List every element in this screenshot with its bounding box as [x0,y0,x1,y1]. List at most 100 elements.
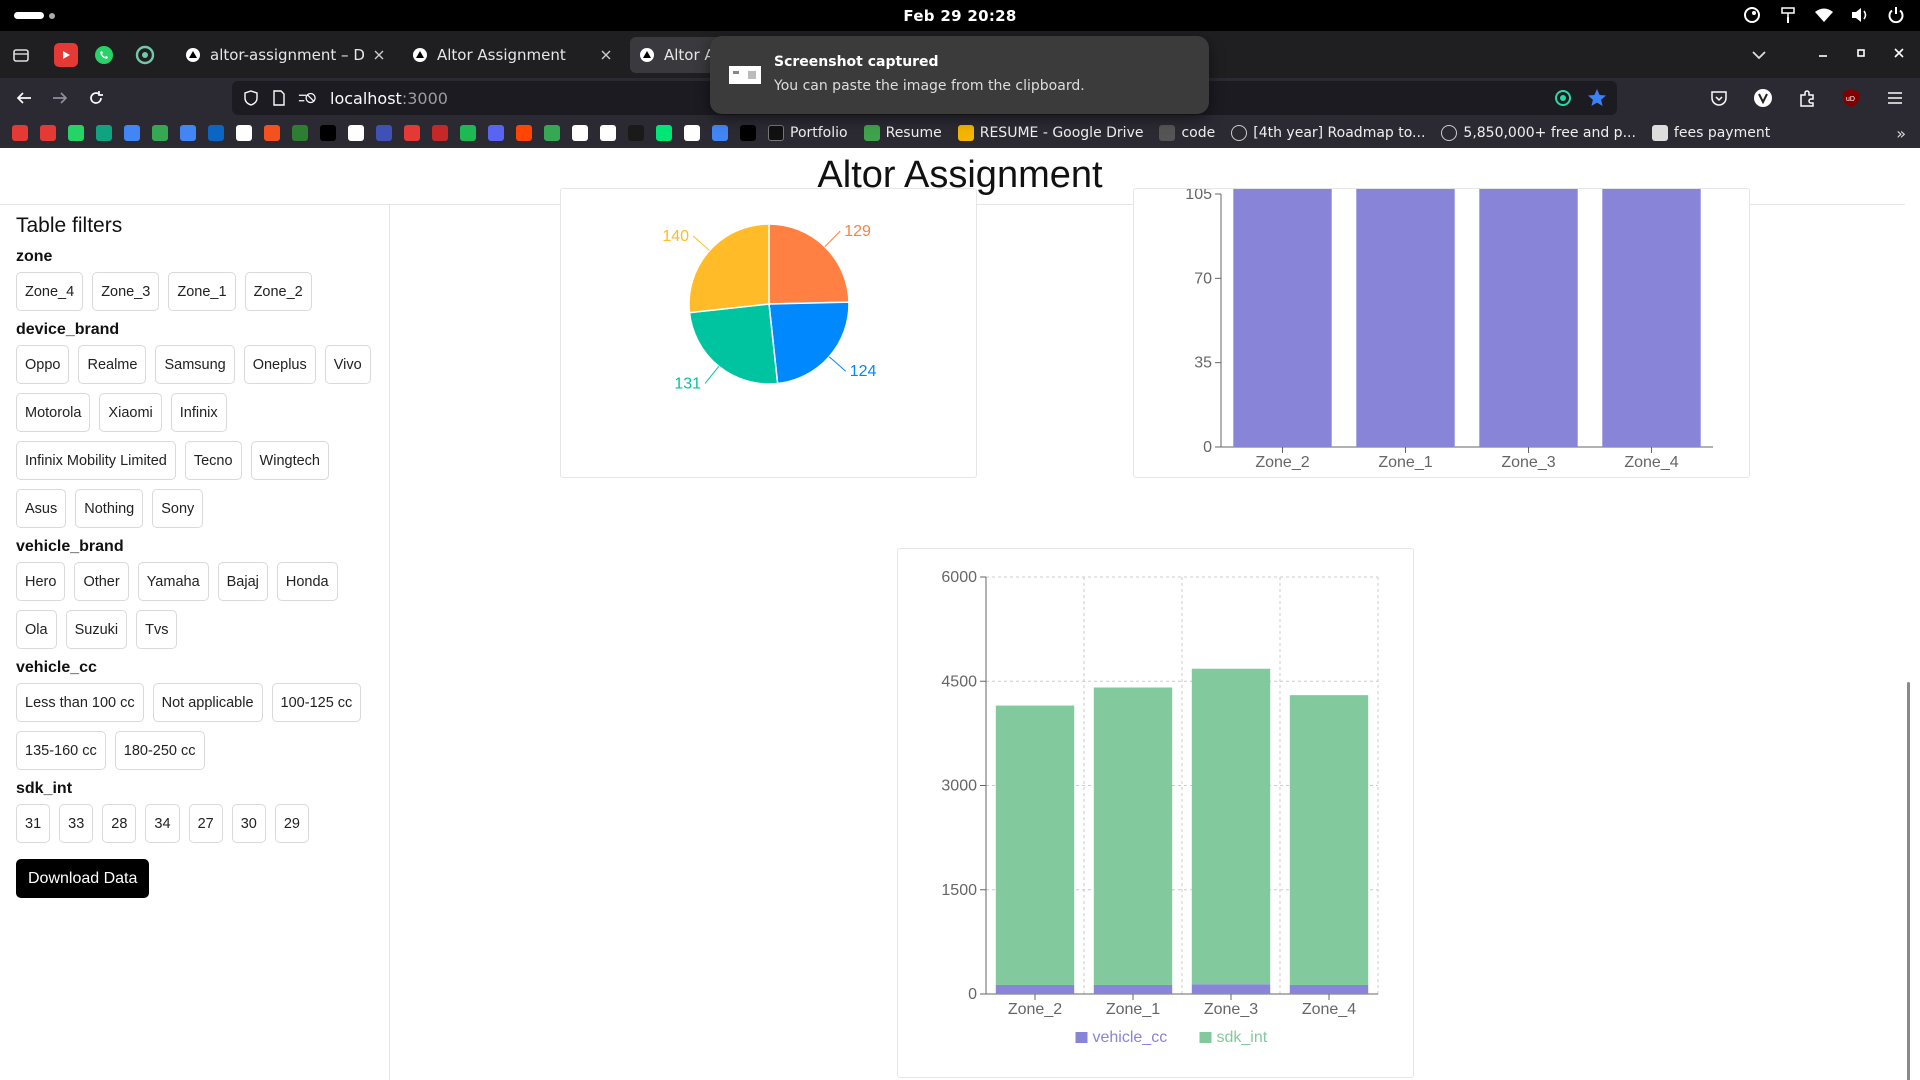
bar-vehicle-cc[interactable] [1093,984,1173,994]
bookmark-favicon-icon[interactable] [516,125,532,141]
bookmark-code[interactable]: code [1159,125,1215,141]
bookmark-favicon-icon[interactable] [656,125,672,141]
wifi-icon[interactable] [1814,5,1834,25]
bookmark-favicon-icon[interactable] [460,125,476,141]
pie-slice[interactable] [688,223,770,314]
filter-chip[interactable]: 31 [16,804,51,843]
filter-chip[interactable]: Infinix [170,393,227,432]
filter-chip[interactable]: Asus [16,489,67,528]
shield-icon[interactable] [242,89,260,107]
bookmark-favicon-icon[interactable] [404,125,420,141]
filter-chip[interactable]: Bajaj [217,562,268,601]
forward-arrow-icon[interactable] [48,86,72,110]
bar-sdk-int[interactable] [1093,687,1173,985]
filter-chip[interactable]: Infinix Mobility Limited [16,441,176,480]
legend-label[interactable]: vehicle_cc [1093,1029,1168,1046]
bar-vehicle-cc[interactable] [1289,984,1369,994]
extensions-puzzle-icon[interactable] [1796,87,1818,109]
bar-sdk-int[interactable] [995,705,1075,985]
app-menu-icon[interactable] [1884,87,1906,109]
bookmark-favicon-icon[interactable] [152,125,168,141]
bookmark-favicon-icon[interactable] [600,125,616,141]
bar-vehicle-cc[interactable] [995,984,1075,994]
bookmark-roadmap[interactable]: [4th year] Roadmap to... [1231,125,1425,141]
minimize-icon[interactable] [1816,46,1830,60]
filter-chip[interactable]: Zone_1 [168,272,236,311]
filter-chip[interactable]: Zone_4 [16,272,84,311]
permissions-icon[interactable] [298,89,316,107]
close-window-icon[interactable] [1892,46,1906,60]
bookmark-favicon-icon[interactable] [348,125,364,141]
filter-chip[interactable]: Sony [152,489,204,528]
bookmark-favicon-icon[interactable] [236,125,252,141]
filter-chip[interactable]: 135-160 cc [16,731,106,770]
screenshot-notification[interactable]: Screenshot captured You can paste the im… [710,36,1209,114]
more-bookmarks-chevron-icon[interactable]: » [1896,124,1906,143]
power-icon[interactable] [1886,5,1906,25]
bookmark-favicon-icon[interactable] [432,125,448,141]
tab-overview-icon[interactable] [8,42,34,68]
page-scrollbar[interactable] [1905,682,1913,1080]
filter-chip[interactable]: Less than 100 cc [16,683,144,722]
back-arrow-icon[interactable] [12,86,36,110]
ublock-icon[interactable]: uD [1840,87,1862,109]
bookmark-favicon-icon[interactable] [628,125,644,141]
bookmark-favicon-icon[interactable] [292,125,308,141]
bookmark-favicon-icon[interactable] [208,125,224,141]
filter-chip[interactable]: 180-250 cc [114,731,205,770]
bookmark-favicon-icon[interactable] [96,125,112,141]
bookmark-favicon-icon[interactable] [180,125,196,141]
pinned-tab-whatsapp-icon[interactable] [92,43,116,67]
tab-deployment[interactable]: altor-assignment – Deplo [176,37,396,73]
bookmark-favicon-icon[interactable] [68,125,84,141]
bookmark-favicon-icon[interactable] [376,125,392,141]
filter-chip[interactable]: Realme [78,345,147,384]
bar-value[interactable] [1356,148,1455,447]
filter-chip[interactable]: Xiaomi [99,393,162,432]
filter-chip[interactable]: Ola [16,610,57,649]
bar-value[interactable] [1602,136,1701,447]
maximize-icon[interactable] [1854,46,1868,60]
extension-indicator-icon[interactable] [1553,88,1573,112]
pinned-tab-chatgpt-icon[interactable] [133,43,157,67]
bookmark-favicon-icon[interactable] [740,125,756,141]
bookmark-favicon-icon[interactable] [712,125,728,141]
bookmark-favicon-icon[interactable] [264,125,280,141]
bookmark-star-icon[interactable] [1587,88,1607,112]
bookmark-favicon-icon[interactable] [320,125,336,141]
filter-chip[interactable]: Oppo [16,345,70,384]
download-data-button[interactable]: Download Data [16,859,150,898]
filter-chip[interactable]: Oneplus [243,345,316,384]
tab-altor-assignment[interactable]: Altor Assignment [403,37,623,73]
filter-chip[interactable]: Samsung [155,345,235,384]
filter-chip[interactable]: Nothing [75,489,144,528]
bookmark-favicon-icon[interactable] [124,125,140,141]
list-all-tabs-icon[interactable] [1746,42,1772,68]
filter-chip[interactable]: Zone_2 [244,272,312,311]
account-avatar-icon[interactable] [1752,87,1774,109]
filter-chip[interactable]: 34 [145,804,180,843]
filter-chip[interactable]: 28 [102,804,137,843]
system-clock[interactable]: Feb 29 20:28 [0,7,1920,25]
filter-chip[interactable]: 29 [274,804,309,843]
bar-value[interactable] [1233,131,1332,447]
filter-chip[interactable]: 33 [59,804,94,843]
filter-chip[interactable]: Not applicable [152,683,263,722]
filter-chip[interactable]: Tvs [136,610,178,649]
bookmark-fees-payment[interactable]: fees payment [1651,125,1770,141]
bar-sdk-int[interactable] [1289,695,1369,985]
bookmark-resume[interactable]: Resume [863,125,942,141]
bookmark-free-resources[interactable]: 5,850,000+ free and p... [1441,125,1636,141]
reload-icon[interactable] [84,86,108,110]
filter-chip[interactable]: Tecno [184,441,242,480]
bar-vehicle-cc[interactable] [1191,984,1271,994]
filter-chip[interactable]: 30 [231,804,266,843]
filter-chip[interactable]: 27 [188,804,223,843]
bookmark-favicon-icon[interactable] [544,125,560,141]
system-tray[interactable] [1742,5,1906,25]
filter-chip[interactable]: Other [74,562,129,601]
bookmark-favicon-icon[interactable] [684,125,700,141]
steam-icon[interactable] [1742,5,1762,25]
filter-chip[interactable]: Yamaha [137,562,209,601]
filter-chip[interactable]: Vivo [324,345,371,384]
